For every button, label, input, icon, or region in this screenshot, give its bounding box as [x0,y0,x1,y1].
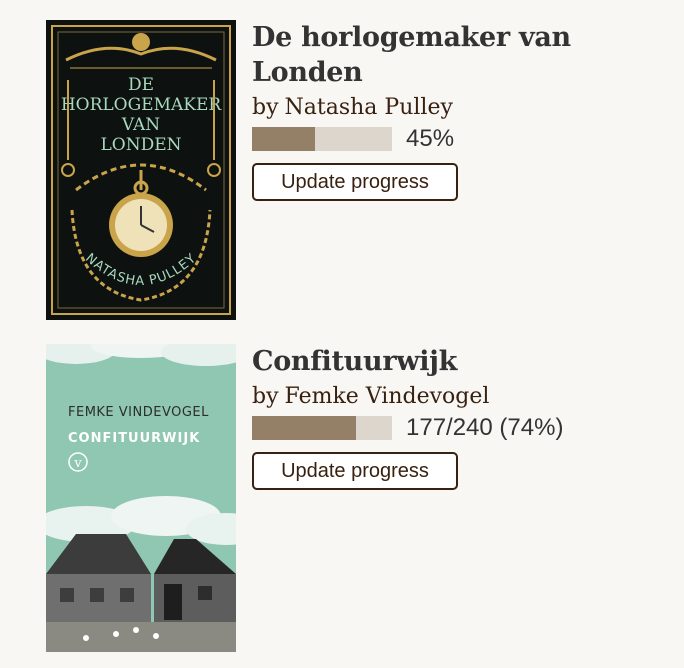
cover-author: FEMKE VINDEVOGEL [68,405,209,420]
book-author-line: by Femke Vindevogel [252,382,672,412]
book-info: Confituurwijk by Femke Vindevogel 177/240… [252,344,672,490]
progress-text: 45% [406,125,455,152]
cover-art: DE HORLOGEMAKER VAN LONDEN NATASHA PULLE… [46,20,236,320]
cover-art: FEMKE VINDEVOGEL CONFITUURWIJK v [46,344,236,652]
cover-title: CONFITUURWIJK [68,431,200,446]
update-progress-button[interactable]: Update progress [252,452,458,490]
progress-bar-fill [252,416,356,440]
book-author-line: by Natasha Pulley [252,93,672,123]
cover-title-line: DE [128,75,154,95]
book-info: De horlogemaker van Londen by Natasha Pul… [252,20,672,201]
cover-title-line: VAN [121,115,160,135]
book-cover[interactable]: FEMKE VINDEVOGEL CONFITUURWIJK v [46,344,236,652]
update-progress-button[interactable]: Update progress [252,163,458,201]
cover-title-line: LONDEN [100,135,181,155]
progress-bar-fill [252,127,315,151]
progress-row: 45% [252,125,672,153]
by-label: by [252,95,279,120]
author-name[interactable]: Femke Vindevogel [285,384,490,409]
book-title[interactable]: De horlogemaker van Londen [252,20,672,90]
author-name[interactable]: Natasha Pulley [285,95,453,120]
book-title[interactable]: Confituurwijk [252,344,672,379]
cover-title-line: HORLOGEMAKER [61,95,223,115]
progress-row: 177/240 (74%) [252,414,672,442]
book-cover[interactable]: DE HORLOGEMAKER VAN LONDEN NATASHA PULLE… [46,20,236,320]
progress-bar [252,416,392,440]
progress-bar [252,127,392,151]
publisher-logo: v [73,456,82,471]
progress-text: 177/240 (74%) [406,414,564,441]
by-label: by [252,384,279,409]
